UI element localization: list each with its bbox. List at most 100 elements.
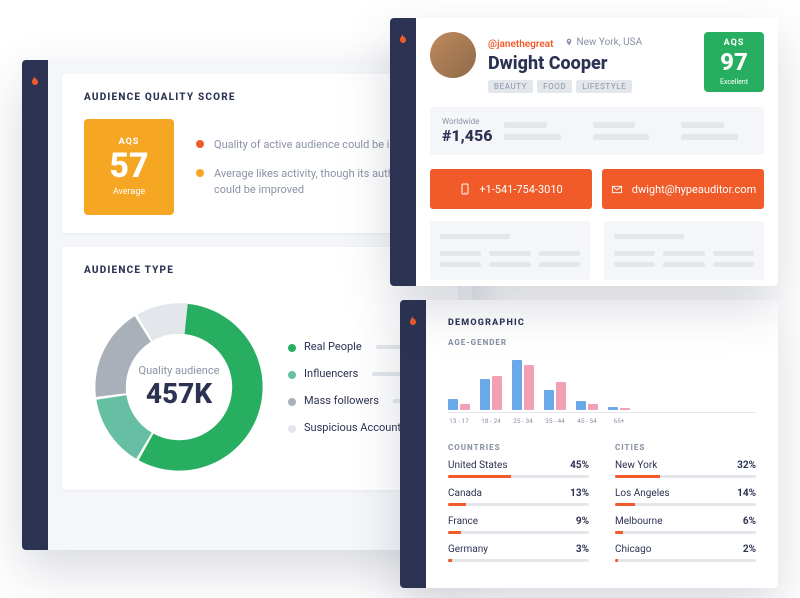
geo-fill bbox=[448, 475, 511, 478]
geo-name: Los Angeles bbox=[615, 488, 670, 499]
geo-track bbox=[615, 475, 756, 478]
aqs-score: 57 bbox=[109, 149, 148, 183]
profile-aqs-tile: AQS 97 Excellent bbox=[704, 32, 764, 92]
geo-name: New York bbox=[615, 460, 657, 471]
phone-button[interactable]: +1-541-754-3010 bbox=[430, 169, 592, 209]
geo-item: Melbourne6% bbox=[615, 516, 756, 534]
geo-name: Melbourne bbox=[615, 516, 663, 527]
geo-fill bbox=[615, 475, 660, 478]
geo-track bbox=[615, 531, 756, 534]
aqs-rating: Average bbox=[113, 187, 145, 197]
legend-label: Suspicious Accounts bbox=[304, 421, 407, 434]
geo-item: Germany3% bbox=[448, 544, 589, 562]
phone-text: +1-541-754-3010 bbox=[479, 183, 562, 196]
email-button[interactable]: dwight@hypeauditor.com bbox=[602, 169, 764, 209]
geo-name: France bbox=[448, 516, 478, 527]
rank-label: Worldwide bbox=[442, 117, 492, 126]
age-label: 35 - 44 bbox=[544, 417, 566, 425]
geo-track bbox=[448, 503, 589, 506]
dot-icon bbox=[196, 140, 204, 148]
age-bar bbox=[480, 379, 490, 410]
age-gender-title: AGE-GENDER bbox=[448, 338, 756, 347]
legend-label: Mass followers bbox=[304, 394, 379, 407]
age-bar bbox=[576, 401, 586, 410]
geo-fill bbox=[448, 531, 461, 534]
nav-rail bbox=[400, 300, 426, 588]
geo-item: France 9% bbox=[448, 516, 589, 534]
geo-fill bbox=[448, 559, 452, 562]
geo-name: Canada bbox=[448, 488, 482, 499]
age-bar bbox=[588, 404, 598, 410]
mail-icon bbox=[610, 184, 624, 195]
geo-track bbox=[615, 559, 756, 562]
age-gender-chart bbox=[448, 355, 756, 413]
pin-icon bbox=[565, 37, 573, 47]
age-bar bbox=[460, 404, 470, 410]
avatar[interactable] bbox=[430, 32, 476, 78]
phone-icon bbox=[459, 181, 471, 197]
geo-fill bbox=[615, 559, 618, 562]
rank-row: Worldwide #1,456 bbox=[430, 107, 764, 155]
nav-rail bbox=[390, 18, 416, 286]
age-bar bbox=[524, 365, 534, 410]
age-bar bbox=[608, 407, 618, 410]
age-label: 18 - 24 bbox=[480, 417, 502, 425]
age-group bbox=[448, 399, 470, 410]
geo-item: Chicago 2% bbox=[615, 544, 756, 562]
profile-aqs-score: 97 bbox=[720, 50, 748, 74]
geo-name: Germany bbox=[448, 544, 488, 555]
cities-title: CITIES bbox=[615, 443, 756, 452]
profile-tag[interactable]: FOOD bbox=[537, 80, 572, 93]
profile-location-text: New York, USA bbox=[576, 37, 642, 48]
age-label: 25 - 34 bbox=[512, 417, 534, 425]
legend-label: Real People bbox=[304, 340, 362, 353]
age-group bbox=[576, 401, 598, 410]
age-bar bbox=[492, 376, 502, 410]
age-group bbox=[512, 360, 534, 410]
profile-tag[interactable]: LIFESTYLE bbox=[576, 80, 632, 93]
profile-aqs-label: AQS bbox=[724, 38, 745, 48]
donut-center-label: Quality audience bbox=[139, 364, 220, 377]
geo-item: New York 32% bbox=[615, 460, 756, 478]
dot-icon bbox=[288, 371, 296, 379]
flame-icon bbox=[407, 314, 419, 328]
audience-type-title: AUDIENCE TYPE bbox=[84, 265, 436, 276]
profile-panel: @janethegreat New York, USA Dwight Coope… bbox=[390, 18, 778, 286]
age-label: 13 - 17 bbox=[448, 417, 470, 425]
profile-location: New York, USA bbox=[565, 37, 642, 48]
profile-tag[interactable]: BEAUTY bbox=[488, 80, 533, 93]
flame-icon bbox=[397, 32, 409, 46]
demographic-panel: DEMOGRAPHIC AGE-GENDER 13 - 17 18 - 24 25 … bbox=[400, 300, 778, 588]
legend-label: Influencers bbox=[304, 367, 358, 380]
geo-fill bbox=[615, 531, 623, 534]
geo-fill bbox=[615, 503, 635, 506]
geo-pct: 2% bbox=[743, 544, 756, 555]
profile-aqs-rating: Excellent bbox=[720, 78, 748, 86]
geo-item: United States45% bbox=[448, 460, 589, 478]
profile-handle[interactable]: @janethegreat bbox=[488, 39, 553, 50]
geo-track bbox=[615, 503, 756, 506]
audience-donut-chart: Quality audience 457K bbox=[84, 292, 274, 482]
age-bar bbox=[556, 382, 566, 410]
countries-title: COUNTRIES bbox=[448, 443, 589, 452]
age-bar bbox=[512, 360, 522, 410]
profile-name: Dwight Cooper bbox=[488, 53, 692, 74]
flame-icon bbox=[29, 74, 41, 88]
age-label: 45 - 54 bbox=[576, 417, 598, 425]
donut-center-value: 457K bbox=[146, 377, 212, 410]
age-bar bbox=[544, 390, 554, 410]
geo-pct: 45% bbox=[570, 460, 589, 471]
age-group bbox=[480, 376, 502, 410]
placeholder-card bbox=[430, 221, 590, 280]
dot-icon bbox=[288, 398, 296, 406]
demographic-title: DEMOGRAPHIC bbox=[448, 318, 756, 328]
geo-pct: 14% bbox=[737, 488, 756, 499]
geo-item: Canada 13% bbox=[448, 488, 589, 506]
aqs-card-title: AUDIENCE QUALITY SCORE bbox=[84, 92, 436, 103]
rank-value: #1,456 bbox=[442, 126, 492, 145]
age-bar bbox=[620, 408, 630, 410]
geo-name: Chicago bbox=[615, 544, 651, 555]
geo-pct: 9% bbox=[576, 516, 589, 527]
geo-pct: 13% bbox=[570, 488, 589, 499]
geo-pct: 32% bbox=[737, 460, 756, 471]
